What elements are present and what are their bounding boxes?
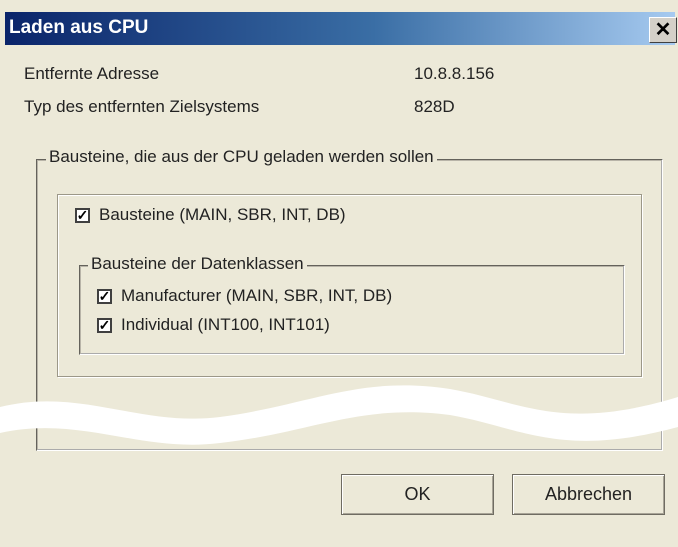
ok-button[interactable]: OK <box>341 474 494 515</box>
manufacturer-checkbox[interactable]: ✓ <box>97 288 112 304</box>
blocks-main-checkbox-row[interactable]: ✓ Bausteine (MAIN, SBR, INT, DB) <box>75 205 346 225</box>
load-from-cpu-dialog: Laden aus CPU ✕ Entfernte Adresse 10.8.8… <box>0 0 678 547</box>
blocks-main-checkbox[interactable]: ✓ <box>75 207 90 223</box>
target-type-label: Typ des entfernten Zielsystems <box>24 97 260 116</box>
blocks-main-checkbox-label: Bausteine (MAIN, SBR, INT, DB) <box>99 205 346 224</box>
title-bar[interactable]: Laden aus CPU ✕ <box>5 12 677 45</box>
dataclass-groupbox <box>79 265 625 355</box>
cut-wave-graphic <box>0 385 678 445</box>
checkmark-icon: ✓ <box>98 317 111 333</box>
close-button[interactable]: ✕ <box>649 17 677 43</box>
individual-checkbox[interactable]: ✓ <box>97 317 112 333</box>
close-icon: ✕ <box>654 19 672 41</box>
blocks-groupbox-title: Bausteine, die aus der CPU geladen werde… <box>46 147 437 167</box>
manufacturer-checkbox-row[interactable]: ✓ Manufacturer (MAIN, SBR, INT, DB) <box>97 286 392 306</box>
checkmark-icon: ✓ <box>98 288 111 304</box>
checkmark-icon: ✓ <box>76 207 89 223</box>
target-type-value: 828D <box>414 97 455 116</box>
manufacturer-checkbox-label: Manufacturer (MAIN, SBR, INT, DB) <box>121 286 393 305</box>
remote-address-label: Entfernte Adresse <box>24 64 160 83</box>
individual-checkbox-label: Individual (INT100, INT101) <box>121 315 330 334</box>
cancel-button[interactable]: Abbrechen <box>512 474 665 515</box>
dialog-title: Laden aus CPU <box>9 17 149 38</box>
individual-checkbox-row[interactable]: ✓ Individual (INT100, INT101) <box>97 315 330 335</box>
remote-address-value: 10.8.8.156 <box>414 64 495 83</box>
dataclass-groupbox-title: Bausteine der Datenklassen <box>88 254 307 274</box>
